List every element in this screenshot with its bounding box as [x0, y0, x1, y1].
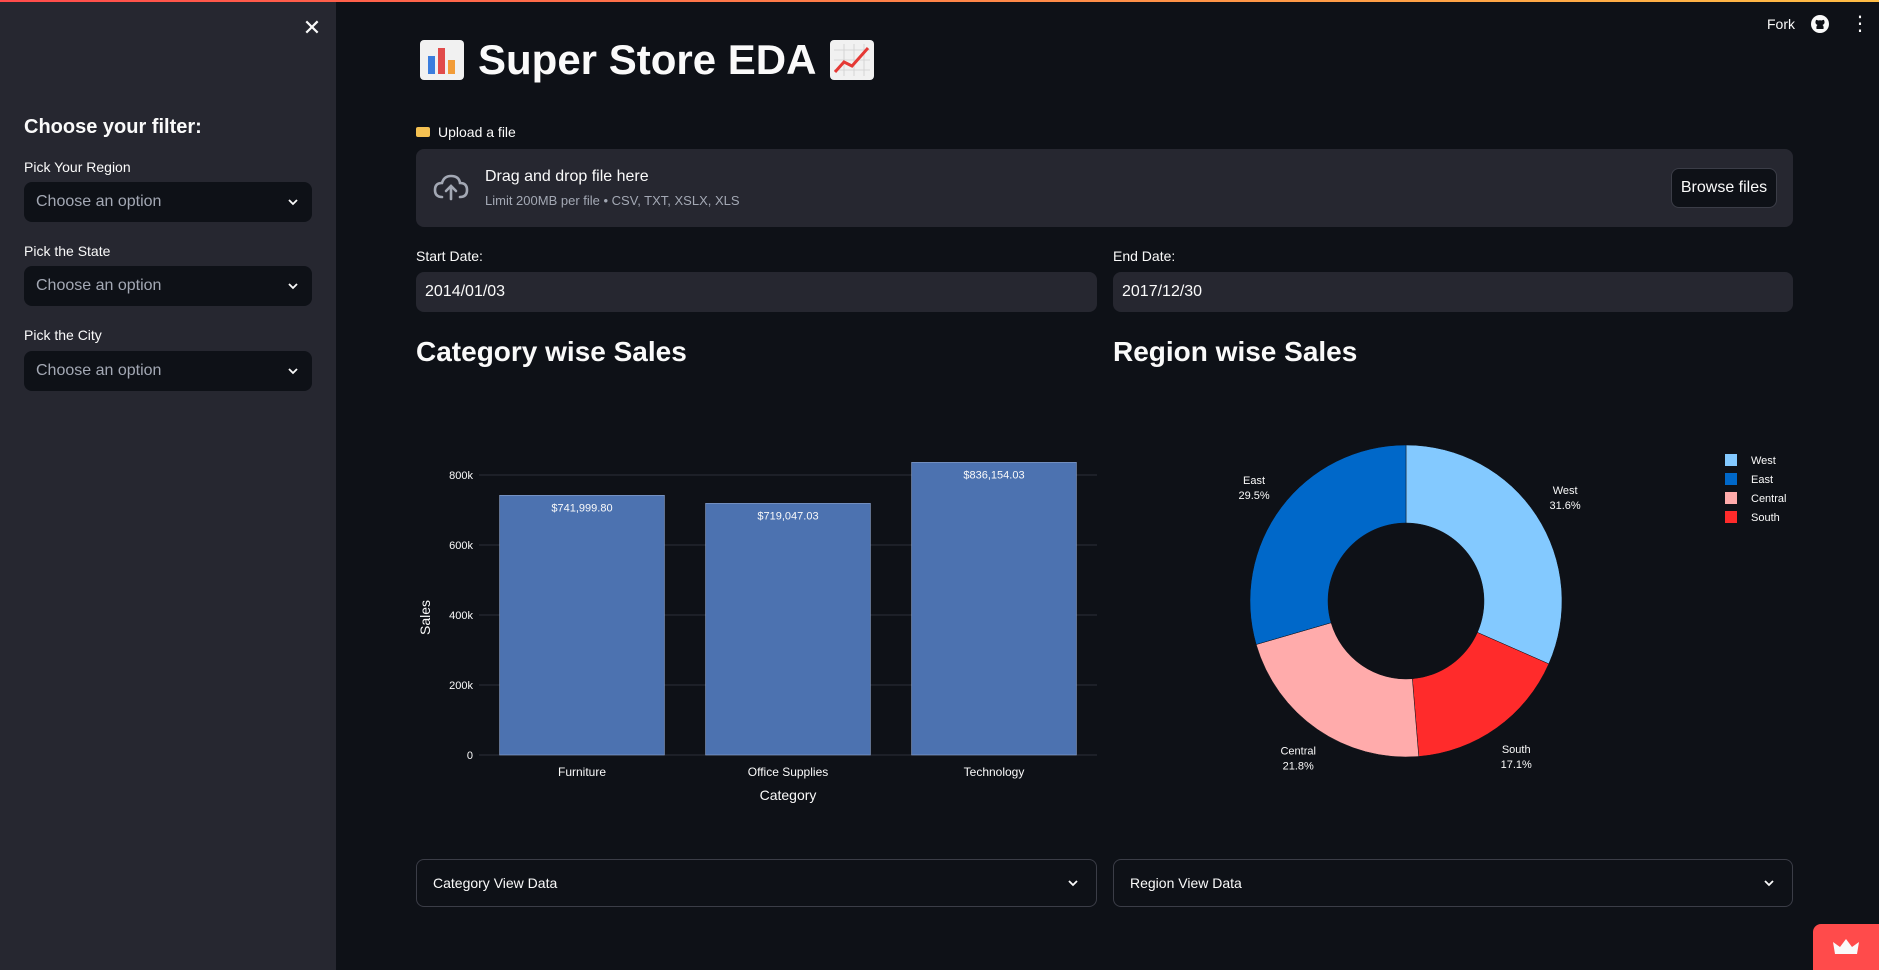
legend-swatch[interactable]	[1725, 473, 1737, 485]
streamlit-badge[interactable]	[1813, 924, 1879, 970]
legend-swatch[interactable]	[1725, 511, 1737, 523]
region-donut-chart: West 31.6% South 17.1% Central 21.8% East 29.5%…	[1238, 444, 1786, 772]
legend-label[interactable]: West	[1751, 455, 1776, 467]
category-section-title: Category wise Sales	[416, 336, 687, 367]
legend-label[interactable]: Central	[1751, 493, 1786, 505]
start-date-input[interactable]: 2014/01/03	[416, 272, 1097, 312]
end-date-label: End Date:	[1113, 248, 1176, 264]
y-axis-title: Sales	[417, 600, 433, 635]
bar-data-label: $719,047.03	[757, 510, 818, 522]
slice-name-label: South	[1502, 744, 1531, 756]
region-filter-label: Pick Your Region	[24, 159, 131, 175]
state-select[interactable]: Choose an option	[24, 266, 312, 306]
slice-name-label: West	[1553, 485, 1578, 497]
start-date-label: Start Date:	[416, 248, 483, 264]
region-select[interactable]: Choose an option	[24, 182, 312, 222]
legend-swatch[interactable]	[1725, 454, 1737, 466]
main-menu-icon[interactable]: ⋮	[1850, 12, 1870, 36]
slice-percent-label: 31.6%	[1550, 500, 1581, 512]
city-filter-label: Pick the City	[24, 327, 102, 343]
end-date-input[interactable]: 2017/12/30	[1113, 272, 1793, 312]
region-select-placeholder: Choose an option	[36, 193, 162, 210]
x-axis-title: Category	[760, 787, 817, 803]
bar[interactable]	[499, 495, 665, 756]
slice-percent-label: 17.1%	[1501, 759, 1532, 771]
dropzone-title: Drag and drop file here	[485, 168, 649, 185]
x-tick-label: Technology	[964, 765, 1025, 779]
chart-increasing-icon	[830, 40, 875, 80]
y-tick-label: 600k	[449, 540, 473, 552]
bar[interactable]	[911, 462, 1077, 756]
state-select-placeholder: Choose an option	[36, 277, 162, 294]
bar[interactable]	[705, 503, 871, 756]
y-tick-label: 0	[467, 750, 473, 762]
slice-name-label: East	[1243, 475, 1265, 487]
chevron-down-icon	[288, 368, 298, 375]
fork-button[interactable]: Fork	[1767, 16, 1795, 32]
start-date-value: 2014/01/03	[425, 283, 506, 300]
slice-percent-label: 29.5%	[1238, 490, 1269, 502]
page-title-text: Super Store EDA	[478, 36, 817, 83]
page-title: Super Store EDA	[420, 36, 875, 84]
pie-slice[interactable]	[1255, 622, 1419, 758]
chevron-down-icon	[288, 283, 298, 290]
slice-percent-label: 21.8%	[1283, 760, 1314, 772]
y-tick-label: 200k	[449, 680, 473, 692]
github-icon[interactable]	[1810, 14, 1830, 34]
chevron-down-icon	[1764, 880, 1774, 887]
close-sidebar-icon[interactable]: ✕	[300, 16, 324, 40]
upload-label-text: Upload a file	[438, 124, 516, 140]
category-expander-label: Category View Data	[433, 875, 558, 891]
upload-label: Upload a file	[416, 124, 516, 140]
folder-icon	[416, 127, 430, 137]
legend-swatch[interactable]	[1725, 492, 1737, 504]
category-bar-chart: 0 200k 400k 600k 800k $741,999.80 Furniture $71…	[417, 462, 1097, 803]
bar-data-label: $741,999.80	[551, 502, 612, 514]
region-expander-label: Region View Data	[1130, 875, 1242, 891]
region-section-title: Region wise Sales	[1113, 336, 1358, 367]
y-tick-label: 400k	[449, 610, 473, 622]
category-view-data-expander[interactable]: Category View Data	[416, 859, 1097, 907]
bar-data-label: $836,154.03	[963, 469, 1024, 481]
end-date-value: 2017/12/30	[1122, 283, 1203, 300]
chevron-down-icon	[1068, 880, 1078, 887]
x-tick-label: Office Supplies	[748, 765, 829, 779]
crown-icon	[1833, 939, 1859, 954]
pie-slice[interactable]	[1405, 444, 1563, 665]
region-view-data-expander[interactable]: Region View Data	[1113, 859, 1793, 907]
y-tick-label: 800k	[449, 470, 473, 482]
dropzone-limit-text: Limit 200MB per file • CSV, TXT, XSLX, X…	[485, 193, 740, 208]
legend-label[interactable]: East	[1751, 474, 1773, 486]
x-tick-label: Furniture	[558, 765, 606, 779]
slice-name-label: Central	[1280, 745, 1315, 757]
city-select[interactable]: Choose an option	[24, 351, 312, 391]
file-dropzone[interactable]: Drag and drop file here Limit 200MB per …	[416, 149, 1793, 227]
sidebar: ✕ Choose your filter: Pick Your Region C…	[0, 2, 336, 970]
legend-label[interactable]: South	[1751, 512, 1780, 524]
state-filter-label: Pick the State	[24, 243, 111, 259]
bar-chart-icon	[420, 40, 464, 80]
city-select-placeholder: Choose an option	[36, 362, 162, 379]
browse-files-button[interactable]: Browse files	[1671, 168, 1777, 208]
cloud-upload-icon	[433, 174, 469, 201]
sidebar-heading: Choose your filter:	[24, 116, 202, 138]
pie-slice[interactable]	[1249, 444, 1407, 645]
chevron-down-icon	[288, 199, 298, 206]
